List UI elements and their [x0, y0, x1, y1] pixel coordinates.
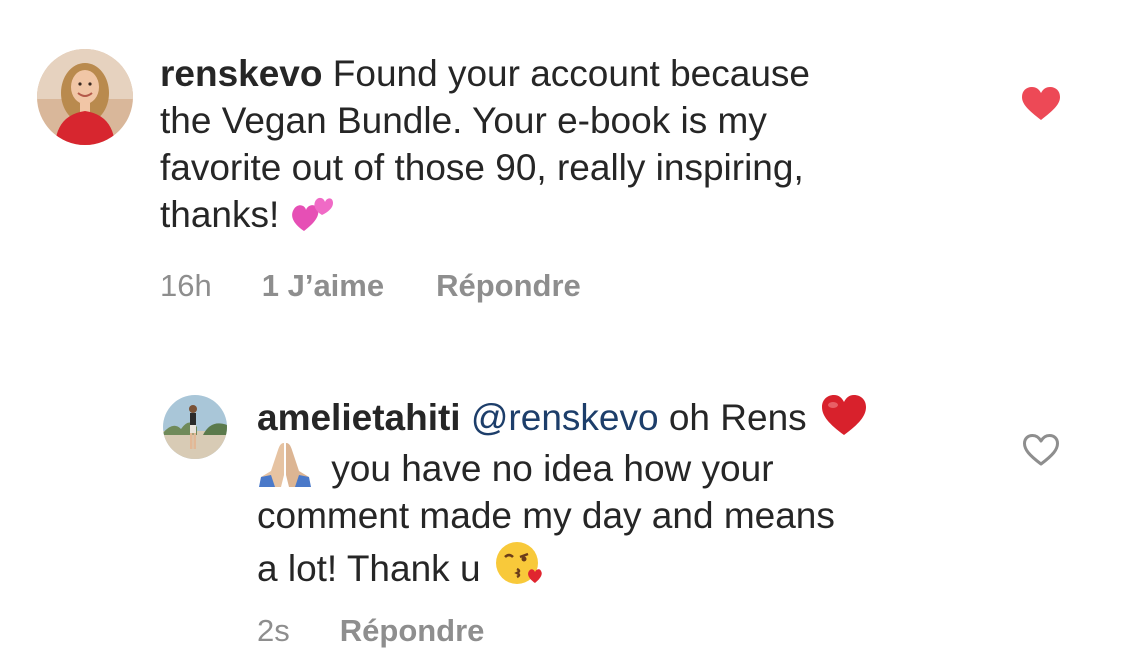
comment-text: renskevo Found your account because the … [160, 50, 960, 238]
avatar[interactable] [163, 395, 227, 459]
avatar[interactable] [37, 49, 133, 145]
comment-text: amelietahiti @renskevo oh Rens you have … [257, 394, 977, 592]
comment-line: the Vegan Bundle. Your e-book is my [160, 100, 767, 141]
comment-meta: 2s Répondre [257, 613, 484, 649]
reply-button[interactable]: Répondre [340, 613, 485, 649]
comment-line: oh Rens [668, 397, 807, 438]
comment-line: thanks! [160, 194, 280, 235]
like-heart-icon[interactable] [1022, 87, 1060, 121]
comment-meta: 16h 1 J’aime Répondre [160, 268, 581, 304]
two-hearts-icon [290, 193, 334, 233]
comment-line: favorite out of those 90, really inspiri… [160, 147, 804, 188]
comment-timestamp: 16h [160, 268, 212, 303]
comment-timestamp: 2s [257, 613, 290, 648]
face-blowing-kiss-icon [495, 539, 545, 587]
comment-line: comment made my day and means [257, 495, 835, 536]
comment-line: a lot! Thank u [257, 548, 481, 589]
folded-hands-icon [257, 441, 313, 487]
like-heart-icon[interactable] [1023, 434, 1059, 466]
likes-count-link[interactable]: 1 J’aime [262, 268, 384, 304]
comment-username[interactable]: renskevo [160, 53, 323, 94]
comment-line: Found your account because [332, 53, 810, 94]
reply-button[interactable]: Répondre [436, 268, 581, 304]
comment-username[interactable]: amelietahiti [257, 397, 461, 438]
comment-line: you have no idea how your [331, 448, 774, 489]
red-heart-icon [821, 394, 867, 436]
comments-view: renskevo Found your account because the … [0, 0, 1125, 662]
mention-link[interactable]: @renskevo [471, 397, 659, 438]
